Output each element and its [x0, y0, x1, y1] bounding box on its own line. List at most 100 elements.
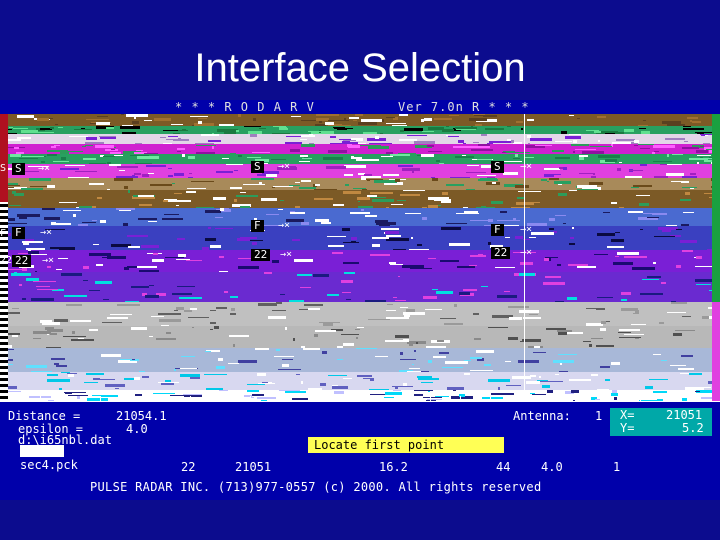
radar-speckle — [491, 201, 503, 204]
radar-speckle — [695, 391, 700, 392]
interface-marker-f[interactable]: F — [12, 227, 25, 239]
radar-speckle — [177, 286, 195, 287]
radar-speckle — [323, 323, 333, 326]
radar-speckle — [301, 144, 315, 147]
radar-speckle — [473, 142, 479, 143]
scale-tick — [580, 396, 581, 402]
radar-speckle — [370, 254, 390, 256]
radar-speckle — [71, 339, 94, 341]
scale-tick — [550, 396, 551, 402]
radar-speckle — [358, 206, 373, 208]
radar-speckle — [177, 238, 185, 240]
radar-speckle — [502, 152, 506, 153]
radar-speckle — [351, 237, 357, 240]
radar-speckle — [226, 164, 243, 165]
radar-speckle — [55, 124, 58, 125]
interface-marker-f[interactable]: F — [491, 224, 504, 236]
radar-speckle — [351, 241, 356, 243]
radar-speckle — [619, 329, 640, 331]
radar-speckle — [633, 313, 639, 314]
radar-speckle — [569, 190, 577, 191]
radar-speckle — [527, 135, 531, 138]
radar-profile-canvas[interactable]: S F 22 S →× F →× 22 →× S →× F →× 22 →× S… — [0, 114, 720, 402]
radar-speckle — [89, 290, 100, 291]
radar-speckle — [641, 131, 650, 134]
radar-speckle — [547, 390, 553, 393]
file-input[interactable] — [20, 445, 64, 457]
radar-speckle — [389, 262, 396, 264]
radar-speckle — [629, 170, 643, 171]
radar-speckle — [546, 328, 566, 330]
interface-marker-s[interactable]: S — [251, 161, 264, 173]
radar-speckle — [247, 384, 265, 385]
radar-speckle — [508, 337, 518, 340]
radar-speckle — [614, 397, 617, 400]
radar-speckle — [286, 136, 301, 137]
radar-speckle — [492, 182, 496, 184]
interface-marker-22[interactable]: 22 — [491, 247, 511, 259]
radar-speckle — [383, 174, 399, 176]
radar-speckle — [471, 149, 493, 151]
radar-speckle — [529, 314, 538, 315]
radar-speckle — [82, 146, 86, 147]
radar-speckle — [184, 310, 192, 312]
radar-speckle — [166, 332, 171, 334]
radar-speckle — [513, 158, 520, 159]
radar-speckle — [645, 386, 653, 389]
radar-speckle — [586, 323, 603, 326]
radar-speckle — [26, 248, 45, 250]
radar-speckle — [295, 206, 300, 208]
left-trace-tick — [0, 288, 8, 291]
interface-marker-f[interactable]: F — [251, 220, 264, 232]
radar-speckle — [258, 303, 277, 306]
radar-speckle — [369, 143, 392, 144]
radar-speckle — [101, 354, 121, 357]
radar-speckle — [464, 360, 471, 361]
radar-speckle — [353, 188, 366, 189]
radar-speckle — [251, 178, 274, 180]
radar-speckle — [404, 128, 423, 131]
interface-marker-22[interactable]: 22 — [12, 255, 32, 267]
interface-marker-22[interactable]: 22 — [251, 249, 271, 261]
left-trace-tick — [0, 342, 8, 345]
radar-speckle — [26, 278, 39, 281]
radar-speckle — [619, 337, 641, 338]
y-label: Y= — [620, 421, 635, 435]
edge-label-s: S — [0, 163, 7, 174]
interface-marker-s[interactable]: S — [12, 163, 25, 175]
radar-speckle — [434, 118, 452, 120]
right-trace-strip — [712, 114, 720, 302]
left-trace-tick — [0, 306, 8, 309]
left-trace-tick — [0, 312, 8, 315]
radar-speckle — [323, 157, 343, 160]
radar-speckle — [537, 380, 548, 381]
radar-speckle — [145, 295, 159, 298]
radar-speckle — [326, 166, 346, 169]
scale-tick — [160, 396, 161, 402]
radar-speckle — [515, 236, 523, 239]
radar-speckle — [709, 290, 712, 291]
radar-speckle — [459, 292, 470, 295]
radar-speckle — [423, 397, 442, 398]
radar-speckle — [271, 159, 286, 160]
radar-speckle — [485, 128, 504, 130]
radar-speckle — [681, 181, 689, 183]
radar-speckle — [304, 304, 323, 306]
radar-speckle — [616, 139, 635, 141]
radar-speckle — [557, 330, 572, 332]
radar-speckle — [358, 201, 360, 202]
radar-speckle — [689, 158, 708, 160]
radar-speckle — [230, 187, 242, 189]
radar-speckle — [146, 165, 166, 167]
radar-speckle — [421, 154, 434, 157]
radar-speckle — [168, 175, 173, 177]
radar-speckle — [210, 310, 216, 311]
radar-speckle — [497, 220, 520, 221]
interface-marker-s[interactable]: S — [491, 161, 504, 173]
radar-speckle — [464, 211, 478, 213]
app-header-right: Ver 7.0n R * * * — [398, 100, 530, 114]
radar-speckle — [346, 299, 351, 300]
radar-speckle — [428, 360, 432, 363]
radar-speckle — [93, 244, 99, 245]
radar-speckle — [554, 174, 561, 175]
